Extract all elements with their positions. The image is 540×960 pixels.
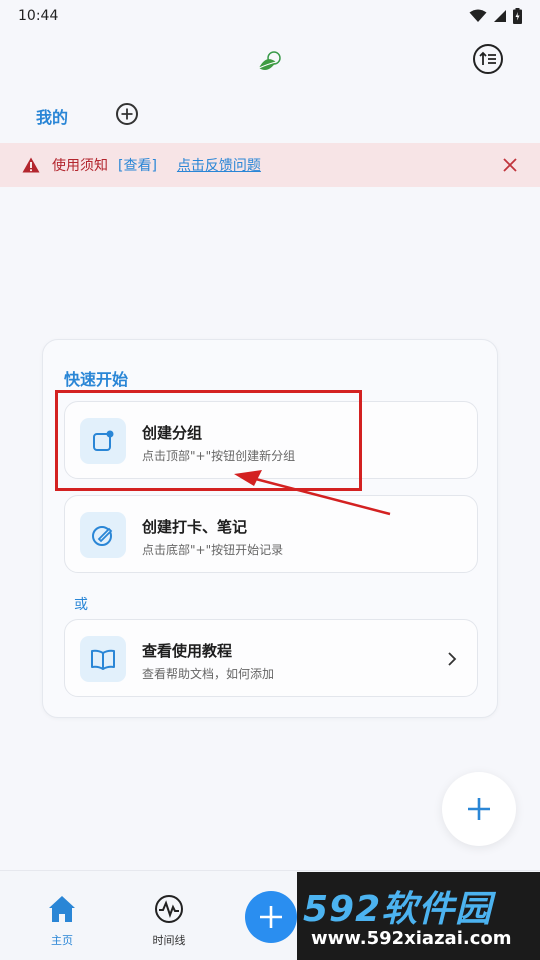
sort-up-icon [479,51,496,65]
sprout-logo [258,51,281,70]
signal-icon [494,10,506,22]
group-tabs: 我的 [0,96,540,136]
option-title: 查看使用教程 [142,642,233,660]
status-icons [469,8,522,24]
home-icon [49,896,75,922]
add-group-button[interactable] [116,103,138,125]
watermark-brand: 592软件园 [303,889,493,930]
status-bar: 10:44 [0,0,540,32]
close-icon[interactable] [502,157,518,173]
status-time: 10:44 [18,8,59,24]
warning-icon [22,157,40,173]
option-subtitle: 点击底部"+"按钮开始记录 [142,543,284,557]
notice-bar: 使用须知 [查看] 点击反馈问题 [0,143,540,187]
nav-timeline[interactable]: 时间线 [129,871,209,960]
sort-button[interactable] [473,44,503,74]
or-label: 或 [74,597,88,613]
battery-charging-icon [513,8,522,24]
site-watermark: 592软件园 www.592xiazai.com [297,872,540,960]
app-header [0,32,540,88]
option-title: 创建打卡、笔记 [142,518,248,536]
annotation-box [55,390,362,491]
nav-timeline-label: 时间线 [152,934,186,947]
plus-icon [260,906,282,928]
book-icon [80,636,126,682]
option-subtitle: 查看帮助文档，如何添加 [142,667,275,681]
tutorial-option[interactable]: 查看使用教程 查看帮助文档，如何添加 [64,619,478,697]
floating-add-button[interactable] [442,772,516,846]
watermark-url: www.592xiazai.com [311,928,512,949]
notice-title: 使用须知 [52,158,108,174]
wifi-icon [469,9,487,22]
nav-add-button[interactable] [245,891,297,943]
feedback-link[interactable]: 点击反馈问题 [177,155,261,175]
timeline-icon [155,895,183,923]
chevron-right-icon [448,652,457,666]
quick-start-title: 快速开始 [64,370,129,389]
plus-icon [468,798,490,820]
plus-circle-icon [121,108,133,120]
nav-home-label: 主页 [51,934,73,947]
create-checkin-option[interactable]: 创建打卡、笔记 点击底部"+"按钮开始记录 [64,495,478,573]
tab-mine[interactable]: 我的 [36,104,68,128]
notice-view-link[interactable]: [查看] [118,155,157,175]
nav-home[interactable]: 主页 [22,871,102,960]
pen-circle-icon [80,512,126,558]
